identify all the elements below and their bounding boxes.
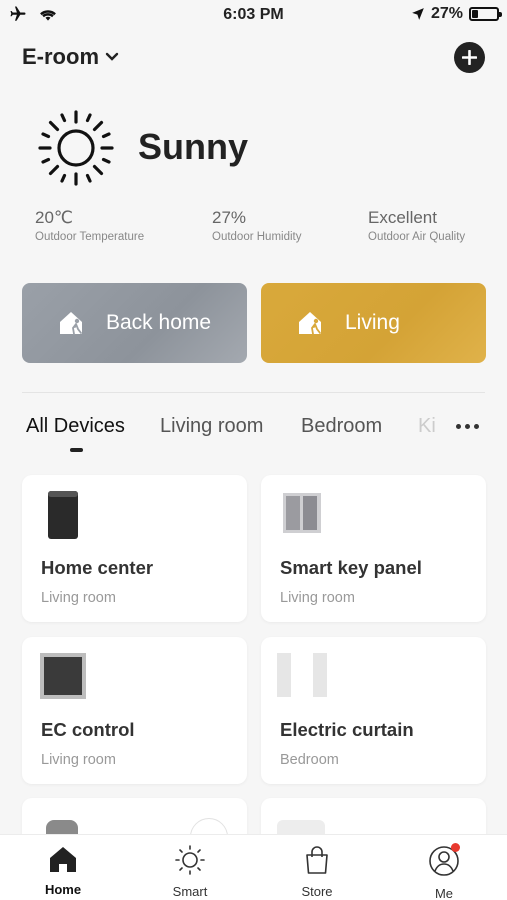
room-tabs: All Devices Living room Bedroom Ki [26,410,485,456]
temperature-value: 20℃ [35,208,74,227]
add-button[interactable] [454,42,485,73]
humidity-value: 27% [212,208,247,227]
device-name: Electric curtain [280,719,414,740]
bottom-nav: Home Smart Store Me [0,834,507,900]
chevron-down-icon [105,52,119,61]
scene-back-home-button[interactable]: Back home [22,283,247,363]
nav-smart[interactable]: Smart [150,845,230,899]
status-bar: 6:03 PM 27% [0,0,507,30]
air-quality-stat: Excellent Outdoor Air Quality [368,208,465,243]
battery-icon [469,7,502,21]
scene-label: Back home [106,311,212,334]
weather-condition: Sunny [138,126,249,167]
nav-label: Store [301,884,333,899]
battery-percent: 27% [430,5,463,22]
device-room: Bedroom [280,752,339,768]
temperature-stat: 20℃ Outdoor Temperature [35,208,144,243]
nav-me[interactable]: Me [404,843,484,900]
device-name: EC control [41,719,135,740]
air-quality-value: Excellent [368,208,437,227]
location-arrow-icon [412,8,424,20]
ec-control-device-image [40,653,86,699]
device-name: Home center [41,557,154,578]
home-selector[interactable]: E-room [22,44,119,70]
more-tabs-button[interactable] [456,424,479,429]
tab-indicator [70,448,83,452]
device-card-ec-control[interactable]: EC control Living room [22,637,247,784]
scene-living-button[interactable]: Living [261,283,486,363]
nav-label: Home [44,882,82,897]
air-quality-label: Outdoor Air Quality [368,231,466,243]
nav-home[interactable]: Home [23,845,103,897]
tab-living-room[interactable]: Living room [160,415,263,438]
device-room: Living room [280,590,355,606]
nav-store[interactable]: Store [277,845,357,899]
home-icon [50,847,76,872]
humidity-stat: 27% Outdoor Humidity [212,208,301,243]
home-center-device-image [48,491,78,539]
device-room: Living room [41,590,116,606]
device-room: Living room [41,752,116,768]
device-card-home-center[interactable]: Home center Living room [22,475,247,622]
weather-panel: Sunny 20℃ Outdoor Temperature 27% Outdoo… [22,108,485,248]
notification-badge [451,843,460,852]
tab-bedroom[interactable]: Bedroom [301,415,382,438]
device-card-partial[interactable] [261,798,486,838]
plus-icon [462,50,477,65]
home-walk-icon [299,312,321,335]
temperature-label: Outdoor Temperature [35,231,145,243]
header: E-room [22,40,485,76]
tab-kitchen[interactable]: Ki [418,415,436,438]
device-card-smart-key-panel[interactable]: Smart key panel Living room [261,475,486,622]
device-card-electric-curtain[interactable]: Electric curtain Bedroom [261,637,486,784]
shopping-bag-icon [306,846,328,874]
nav-label: Me [434,886,454,900]
divider [22,392,485,393]
sun-outline-icon [175,845,205,875]
sun-icon [38,110,114,186]
home-walk-icon [60,312,82,335]
humidity-label: Outdoor Humidity [212,231,302,243]
nav-label: Smart [172,884,208,899]
electric-curtain-device-image [277,653,327,697]
tab-all-devices[interactable]: All Devices [26,415,125,438]
smart-key-panel-device-image [283,493,321,533]
device-card-partial[interactable] [22,798,247,838]
device-name: Smart key panel [280,557,422,578]
home-name: E-room [22,44,99,69]
scene-label: Living [345,311,400,334]
